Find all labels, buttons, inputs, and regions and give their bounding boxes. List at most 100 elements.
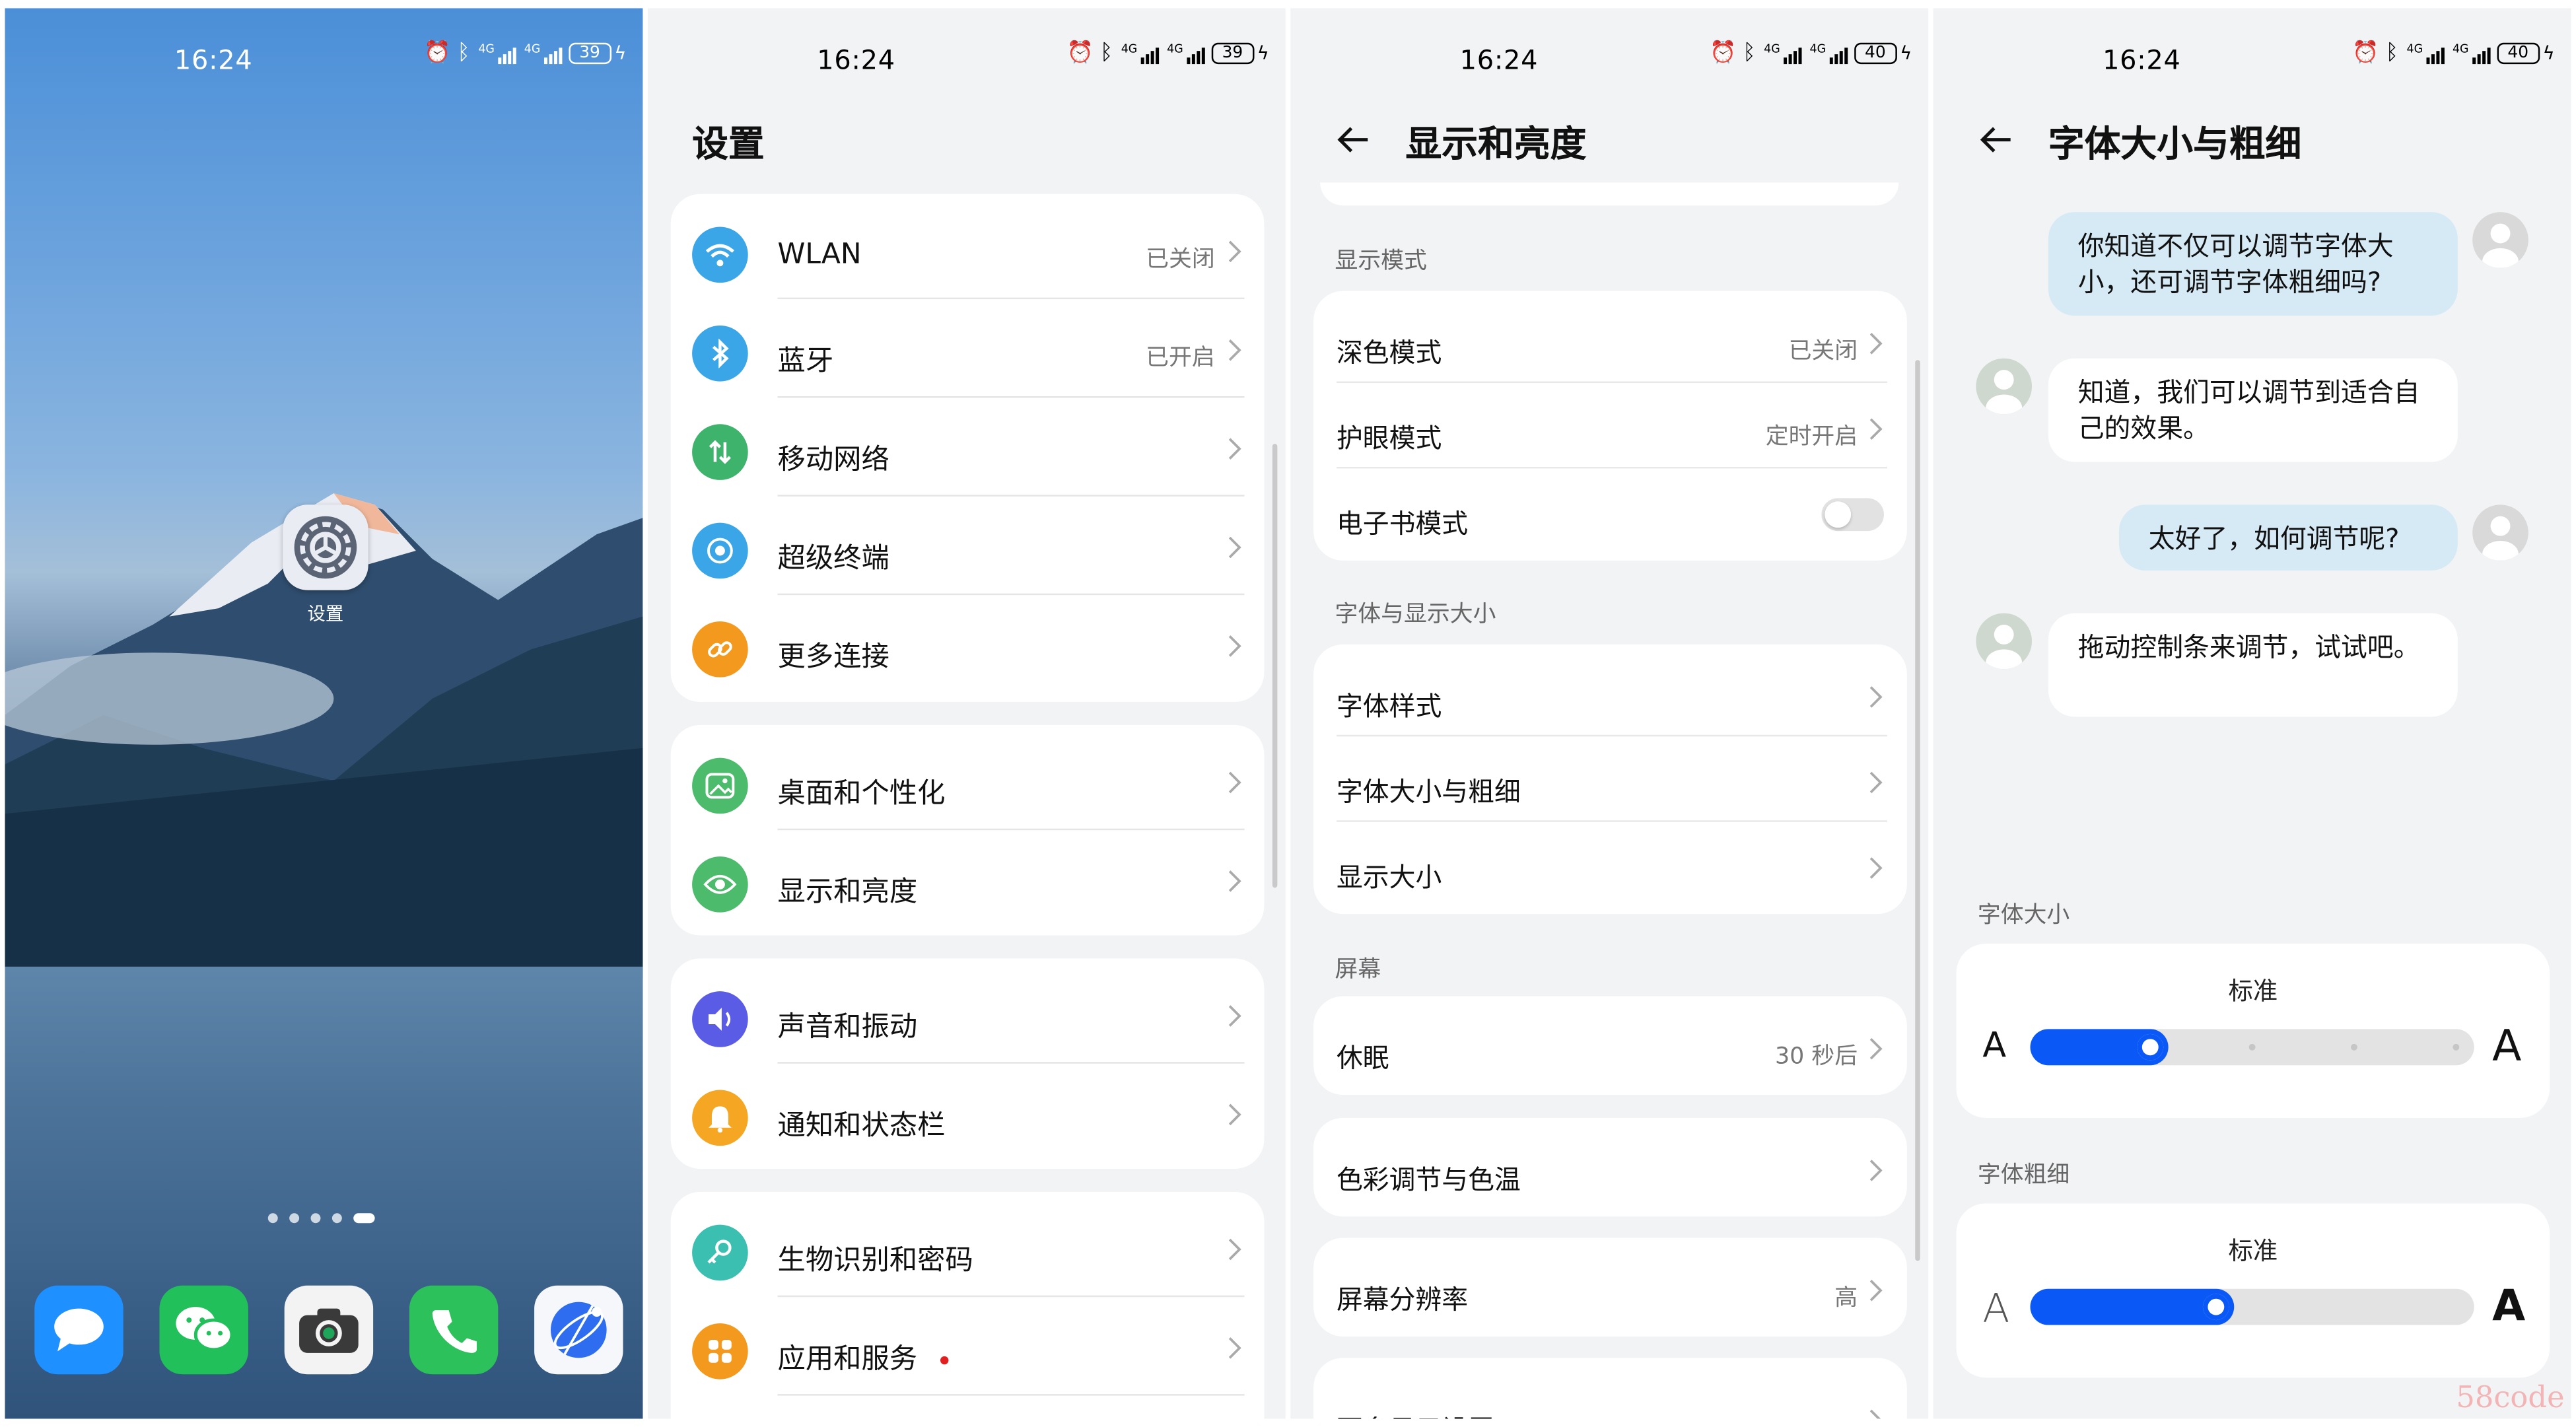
wechat-icon[interactable] — [159, 1285, 248, 1375]
status-time: 16:24 — [174, 44, 253, 76]
status-icons: ⏰ ᛒ 4G 4G 40 ϟ — [2352, 41, 2554, 65]
large-a-label: A — [2492, 1022, 2522, 1072]
sleep-row[interactable]: 休眠 30 秒后 — [1313, 1003, 1907, 1088]
settings-item-label: 应用和服务 — [778, 1335, 949, 1376]
settings-item-more-connections[interactable]: 更多连接 — [671, 595, 1265, 693]
settings-item-value: 已关闭 — [1146, 246, 1215, 273]
phone-icon[interactable] — [409, 1285, 499, 1375]
settings-item-biometrics[interactable]: 生物识别和密码 — [671, 1199, 1265, 1298]
browser-icon[interactable] — [534, 1285, 623, 1375]
alarm-icon: ⏰ — [1709, 41, 1737, 66]
eye-comfort-row[interactable]: 护眼模式 定时开启 — [1313, 383, 1907, 469]
page-dot — [310, 1213, 321, 1224]
chat-bubble-outgoing: 你知道不仅可以调节字体大小，还可调节字体粗细吗? — [2048, 212, 2458, 316]
battery-icon: 40 — [1854, 42, 1897, 65]
color-temperature-row[interactable]: 色彩调节与色温 — [1313, 1125, 1907, 1210]
font-style-row[interactable]: 字体样式 — [1313, 651, 1907, 737]
signal-icon-2: 4G — [1167, 43, 1205, 63]
battery-icon: 40 — [2496, 42, 2540, 65]
dark-mode-row[interactable]: 深色模式 已关闭 — [1313, 298, 1907, 384]
settings-item-apps-services[interactable]: 应用和服务 — [671, 1297, 1265, 1396]
status-bar: 16:24 ⏰ ᛒ 4G 4G 40 ϟ — [1933, 8, 2571, 96]
font-weight-card: 标准 A A — [1956, 1203, 2550, 1378]
bluetooth-icon — [692, 325, 748, 382]
page-title: 显示和亮度 — [1405, 125, 1587, 166]
section-header: 字体粗细 — [1977, 1162, 2070, 1189]
settings-item-wlan[interactable]: WLAN 已关闭 — [671, 201, 1265, 300]
scrollbar[interactable] — [1915, 360, 1920, 1261]
settings-app[interactable]: 设置 — [281, 505, 370, 626]
messages-icon[interactable] — [34, 1285, 123, 1375]
section-header: 字体与显示大小 — [1335, 602, 1496, 628]
chevron-right-icon — [1869, 1280, 1883, 1302]
settings-item-label: 通知和状态栏 — [777, 1109, 946, 1143]
row-value: 已关闭 — [1788, 338, 1858, 365]
settings-item-notifications[interactable]: 通知和状态栏 — [671, 1064, 1265, 1162]
settings-item-label: 更多连接 — [777, 641, 889, 674]
screen-resolution-row[interactable]: 屏幕分辨率 高 — [1313, 1245, 1907, 1330]
back-arrow-icon[interactable] — [1976, 120, 2015, 160]
signal-icon-2: 4G — [524, 43, 562, 63]
settings-item-super-device[interactable]: 超级终端 — [671, 497, 1265, 596]
row-label: 屏幕分辨率 — [1336, 1284, 1469, 1315]
font-weight-slider[interactable] — [2030, 1288, 2474, 1325]
font-weight-level-label: 标准 — [2228, 1236, 2278, 1266]
settings-item-sound-vibration[interactable]: 声音和振动 — [671, 965, 1265, 1064]
eye-icon — [692, 856, 748, 913]
bluetooth-status-icon: ᛒ — [457, 41, 470, 66]
bluetooth-status-icon: ᛒ — [1743, 41, 1756, 66]
chat-bubble-outgoing: 太好了，如何调节呢? — [2118, 505, 2458, 571]
page-dot — [267, 1213, 278, 1224]
signal-icon: 4G — [1764, 43, 1802, 63]
settings-item-label: WLAN — [777, 238, 862, 271]
row-label: 休眠 — [1336, 1042, 1389, 1074]
apps-icon — [692, 1323, 748, 1379]
image-icon — [692, 757, 748, 814]
chevron-right-icon — [1869, 857, 1883, 879]
font-size-slider-knob[interactable] — [2137, 1033, 2164, 1061]
camera-icon[interactable] — [284, 1285, 374, 1375]
slider-step-tick — [2453, 1043, 2460, 1051]
status-icons: ⏰ ᛒ 4G 4G 40 ϟ — [1710, 41, 1912, 65]
chevron-right-icon — [1869, 333, 1883, 355]
display-mode-card: 深色模式 已关闭 护眼模式 定时开启 电子书模式 — [1313, 291, 1907, 561]
font-weight-slider-knob[interactable] — [2202, 1294, 2229, 1321]
settings-item-label: 蓝牙 — [777, 345, 834, 378]
status-icons: ⏰ ᛒ 4G 4G 39 ϟ — [424, 41, 626, 65]
link-icon — [692, 621, 748, 678]
settings-screen: 16:24 ⏰ ᛒ 4G 4G 39 ϟ 设置 WLAN 已关闭 蓝牙 已开启 … — [647, 8, 1286, 1419]
settings-item-label: 声音和振动 — [777, 1011, 918, 1044]
status-bar: 16:24 ⏰ ᛒ 4G 4G 39 ϟ — [648, 8, 1286, 96]
avatar — [2472, 505, 2528, 561]
chat-bubble-incoming: 拖动控制条来调节，试试吧。 — [2048, 613, 2458, 717]
back-arrow-icon[interactable] — [1333, 120, 1373, 160]
settings-item-home-personalization[interactable]: 桌面和个性化 — [671, 732, 1265, 831]
row-label: 字体大小与粗细 — [1336, 776, 1521, 808]
signal-icon-2: 4G — [2453, 43, 2490, 63]
settings-group-connectivity: WLAN 已关闭 蓝牙 已开启 移动网络 超级终端 更多连接 — [670, 193, 1265, 703]
ebook-mode-toggle[interactable] — [1821, 498, 1884, 532]
font-display-card: 字体样式 字体大小与粗细 显示大小 — [1313, 644, 1907, 915]
font-size-slider[interactable] — [2030, 1029, 2474, 1066]
scrollbar[interactable] — [1272, 444, 1278, 888]
settings-item-display-brightness[interactable]: 显示和亮度 — [671, 830, 1265, 928]
settings-item-mobile-network[interactable]: 移动网络 — [671, 398, 1265, 497]
section-header: 显示模式 — [1335, 248, 1427, 275]
status-time: 16:24 — [817, 44, 895, 76]
more-display-settings-row[interactable]: 更多显示设置 — [1313, 1374, 1907, 1419]
section-header: 屏幕 — [1335, 956, 1381, 983]
settings-group-sound: 声音和振动 通知和状态栏 — [670, 958, 1265, 1169]
settings-group-security: 生物识别和密码 应用和服务 — [670, 1191, 1265, 1419]
display-size-row[interactable]: 显示大小 — [1313, 822, 1907, 907]
row-label: 色彩调节与色温 — [1336, 1164, 1521, 1195]
section-header: 字体大小 — [1977, 902, 2070, 929]
chevron-right-icon — [1869, 1409, 1881, 1419]
row-label: 深色模式 — [1336, 337, 1442, 368]
signal-icon: 4G — [2407, 43, 2445, 63]
settings-item-bluetooth[interactable]: 蓝牙 已开启 — [671, 299, 1265, 398]
font-size-weight-row[interactable]: 字体大小与粗细 — [1313, 736, 1907, 822]
chevron-right-icon — [1228, 339, 1241, 361]
brightness-card-bottom — [1320, 182, 1899, 206]
avatar — [2472, 212, 2528, 268]
settings-item-label: 显示和亮度 — [777, 876, 918, 909]
